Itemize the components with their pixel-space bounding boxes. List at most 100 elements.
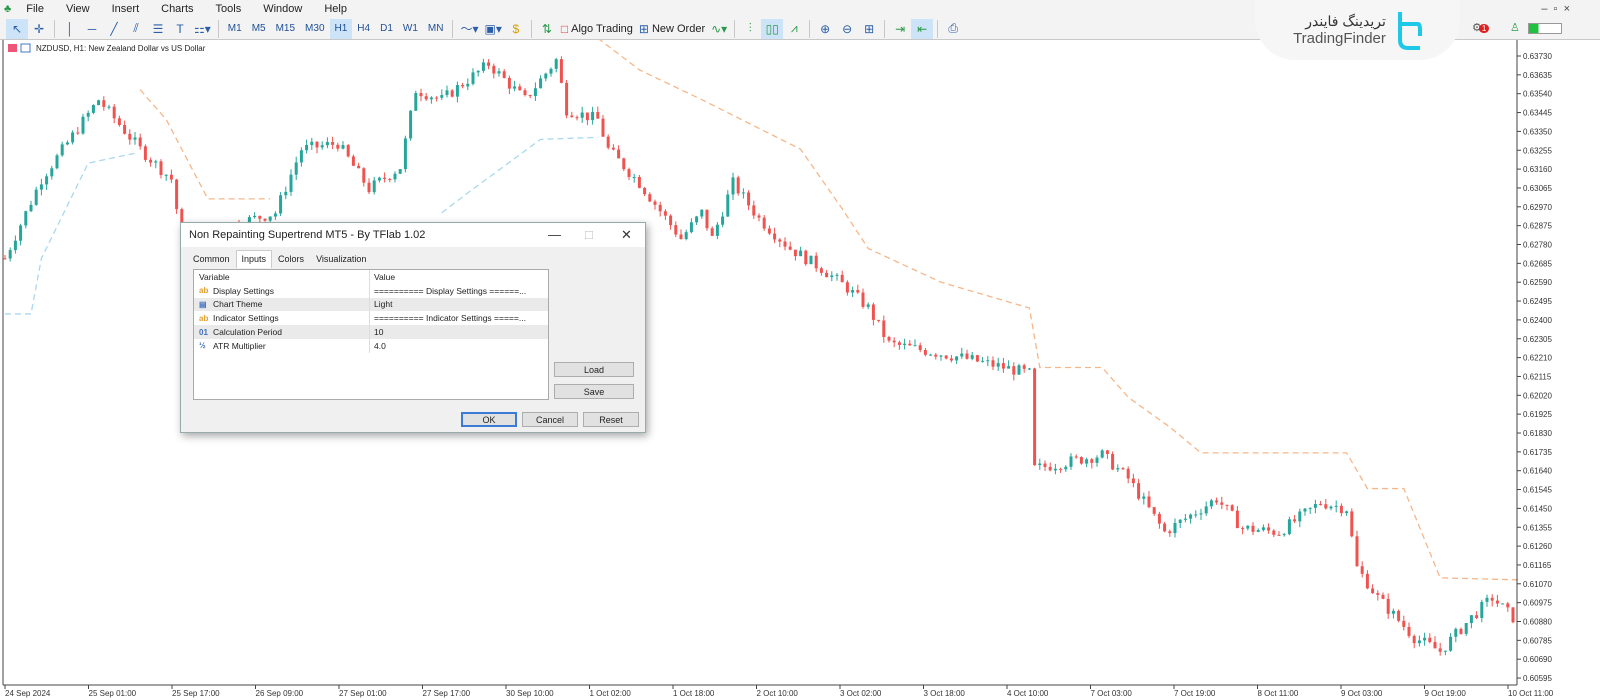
string-type-icon: ab bbox=[199, 313, 209, 323]
tab-colors[interactable]: Colors bbox=[272, 250, 310, 268]
menu-charts[interactable]: Charts bbox=[150, 3, 204, 15]
bullish-candle bbox=[1069, 456, 1073, 467]
tab-visualization[interactable]: Visualization bbox=[310, 250, 372, 268]
variable-value[interactable]: ========== Display Settings ======... bbox=[370, 286, 526, 296]
bearish-candle bbox=[778, 239, 782, 242]
bearish-candle bbox=[934, 354, 938, 357]
tab-inputs[interactable]: Inputs bbox=[235, 250, 273, 268]
bullish-candle bbox=[939, 355, 943, 357]
bearish-candle bbox=[1511, 607, 1515, 623]
shapes-icon[interactable]: ⚏▾ bbox=[191, 19, 214, 39]
bullish-candle bbox=[830, 275, 834, 278]
zoom-out-icon[interactable]: ⊖ bbox=[836, 19, 858, 39]
horizontal-line-icon[interactable]: ─ bbox=[81, 19, 103, 39]
menu-view[interactable]: View bbox=[55, 3, 101, 15]
algo-trading-button[interactable]: □ Algo Trading bbox=[558, 19, 636, 39]
maximize-icon[interactable]: □ bbox=[585, 227, 593, 242]
bar-chart-icon[interactable]: ⫶ bbox=[739, 19, 761, 39]
table-row[interactable]: ▤ Chart Theme Light bbox=[194, 297, 548, 312]
chart-shift-icon[interactable]: ⇤ bbox=[911, 18, 934, 39]
variable-value[interactable]: 4.0 bbox=[370, 341, 386, 351]
new-order-label: New Order bbox=[651, 22, 706, 35]
time-tick-label: 10 Oct 11:00 bbox=[1508, 689, 1554, 698]
save-button[interactable]: Save bbox=[554, 384, 634, 399]
menu-tools[interactable]: Tools bbox=[205, 3, 253, 15]
channel-icon[interactable]: ⫽ bbox=[125, 19, 147, 39]
variable-value[interactable]: ========== Indicator Settings =====... bbox=[370, 313, 526, 323]
variable-name: Calculation Period bbox=[213, 327, 282, 338]
reset-button[interactable]: Reset bbox=[583, 412, 639, 427]
trendline-icon[interactable]: ╱ bbox=[103, 19, 125, 39]
indicator-properties-dialog: Non Repainting Supertrend MT5 - By TFlab… bbox=[180, 222, 646, 433]
menu-help[interactable]: Help bbox=[313, 3, 358, 15]
bullish-candle bbox=[55, 155, 59, 169]
bearish-candle bbox=[1241, 528, 1245, 530]
menu-window[interactable]: Window bbox=[252, 3, 313, 15]
timeframe-m15[interactable]: M15 bbox=[271, 19, 300, 39]
timeframe-h1[interactable]: H1 bbox=[329, 18, 353, 39]
timeframe-d1[interactable]: D1 bbox=[375, 19, 398, 39]
bullish-candle bbox=[481, 62, 485, 71]
chart-title: NZDUSD, H1: New Zealand Dollar vs US Dol… bbox=[36, 44, 206, 53]
table-row[interactable]: ab Indicator Settings ========== Indicator… bbox=[194, 311, 548, 326]
variable-value[interactable]: Light bbox=[370, 299, 392, 309]
variable-value[interactable]: 10 bbox=[370, 327, 383, 337]
bearish-candle bbox=[1277, 534, 1281, 536]
bullish-candle bbox=[164, 174, 168, 176]
timeframe-m5[interactable]: M5 bbox=[247, 19, 271, 39]
timeframe-h4[interactable]: H4 bbox=[352, 19, 375, 39]
account-icon[interactable]: ♙ bbox=[1510, 21, 1520, 34]
price-tick-label: 0.63350 bbox=[1523, 127, 1552, 136]
bearish-candle bbox=[76, 132, 80, 134]
one-click-trading-icon[interactable]: ⇅ bbox=[536, 19, 558, 39]
notifications-icon[interactable]: ⚙1 bbox=[1472, 21, 1490, 34]
fibonacci-icon[interactable]: ☰ bbox=[147, 19, 169, 39]
bullish-candle bbox=[981, 360, 985, 362]
algo-trading-label: Algo Trading bbox=[571, 22, 633, 35]
market-icon[interactable]: $ bbox=[505, 19, 527, 39]
cancel-button[interactable]: Cancel bbox=[522, 412, 578, 427]
close-icon[interactable]: ✕ bbox=[621, 227, 632, 243]
auto-scroll-icon[interactable]: ⇥ bbox=[889, 19, 911, 39]
minimize-icon[interactable]: — bbox=[548, 227, 561, 242]
screenshot-icon[interactable]: ⎙ bbox=[942, 19, 964, 39]
menu-file[interactable]: File bbox=[15, 3, 55, 15]
candlestick-icon[interactable]: ▯▯ bbox=[761, 18, 784, 39]
timeframe-mn[interactable]: MN bbox=[423, 19, 449, 39]
text-icon[interactable]: T bbox=[169, 19, 191, 39]
zoom-in-icon[interactable]: ⊕ bbox=[814, 19, 836, 39]
table-row[interactable]: ab Display Settings ========== Display Set… bbox=[194, 283, 548, 298]
crosshair-icon[interactable]: ✛ bbox=[28, 19, 50, 39]
table-row[interactable]: ½ ATR Multiplier 4.0 bbox=[194, 338, 548, 353]
bearish-candle bbox=[840, 274, 844, 283]
time-tick-label: 2 Oct 10:00 bbox=[757, 689, 799, 698]
bearish-candle bbox=[1220, 502, 1224, 505]
menu-insert[interactable]: Insert bbox=[101, 3, 151, 15]
templates-icon[interactable]: ▣▾ bbox=[481, 19, 504, 39]
bearish-candle bbox=[1147, 496, 1151, 508]
table-row[interactable]: 01 Calculation Period 10 bbox=[194, 325, 548, 339]
load-button[interactable]: Load bbox=[554, 362, 634, 377]
dialog-title: Non Repainting Supertrend MT5 - By TFlab… bbox=[189, 229, 426, 241]
divider bbox=[734, 19, 736, 38]
cursor-icon[interactable]: ↖ bbox=[6, 18, 28, 39]
bearish-candle bbox=[944, 355, 948, 359]
tile-windows-icon[interactable]: ⊞ bbox=[858, 19, 880, 39]
timeframe-w1[interactable]: W1 bbox=[398, 19, 423, 39]
timeframe-m30[interactable]: M30 bbox=[300, 19, 329, 39]
bullish-candle bbox=[591, 111, 595, 121]
indicators-icon[interactable]: 〜▾ bbox=[457, 19, 481, 39]
bearish-candle bbox=[606, 136, 610, 148]
integer-type-icon: 01 bbox=[199, 327, 208, 337]
bearish-candle bbox=[1126, 468, 1130, 479]
new-order-button[interactable]: ⊞ New Order bbox=[636, 19, 708, 39]
bearish-candle bbox=[1012, 366, 1016, 375]
line-chart-icon[interactable]: ⩘ bbox=[783, 19, 805, 39]
vertical-line-icon[interactable]: │ bbox=[59, 19, 81, 39]
timeframe-m1[interactable]: M1 bbox=[223, 19, 247, 39]
tab-common[interactable]: Common bbox=[187, 250, 236, 268]
ok-button[interactable]: OK bbox=[461, 412, 517, 427]
signals-icon[interactable]: ∿▾ bbox=[708, 19, 730, 39]
window-controls[interactable]: – ▫ × bbox=[1541, 3, 1570, 15]
dialog-titlebar: Non Repainting Supertrend MT5 - By TFlab… bbox=[181, 223, 645, 247]
